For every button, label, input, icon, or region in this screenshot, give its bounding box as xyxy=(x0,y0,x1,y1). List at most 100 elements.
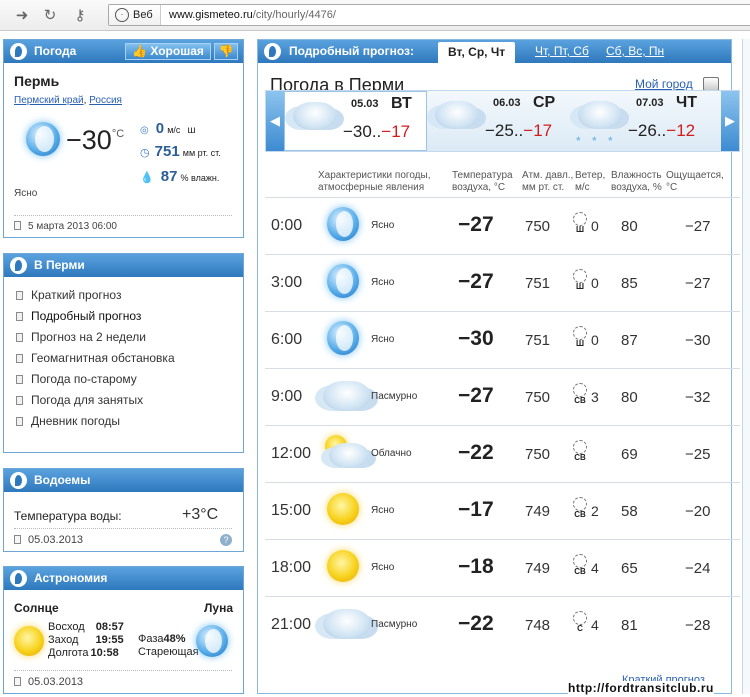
wind-direction: Ш xyxy=(571,326,589,356)
gismeteo-logo-icon xyxy=(264,43,281,60)
url-text: www.gismeteo.ru/city/hourly/4476/ xyxy=(169,9,336,21)
row-humidity: 69 xyxy=(621,446,638,463)
row-time: 9:00 xyxy=(271,388,303,405)
wind-direction: СВ xyxy=(571,497,589,527)
row-humidity: 58 xyxy=(621,503,638,520)
globe-icon: · xyxy=(115,8,129,22)
compass-icon xyxy=(573,497,587,511)
day-card-thu[interactable]: * * * 07.03 ЧТ −26..−12 xyxy=(570,91,713,151)
sun-icon xyxy=(327,550,359,582)
tab-thu-fri-sat[interactable]: Чт, Пт, Сб xyxy=(535,44,589,58)
row-humidity: 85 xyxy=(621,275,638,292)
back-arrow-icon[interactable]: ➜ xyxy=(12,6,32,26)
rate-bad-button[interactable]: 👎 xyxy=(214,43,238,60)
gismeteo-logo-icon xyxy=(10,472,27,489)
row-pressure: 750 xyxy=(525,218,551,235)
region-links: Пермский край, Россия xyxy=(14,95,122,106)
address-bar[interactable]: · Веб www.gismeteo.ru/city/hourly/4476/ xyxy=(108,4,750,26)
rate-good-button[interactable]: 👍 Хорошая xyxy=(125,43,211,60)
cloud-icon xyxy=(293,102,337,130)
key-icon[interactable]: ⚷ xyxy=(70,6,90,26)
forecast-tabs-header: Подробный прогноз: Вт, Ср, Чт Чт, Пт, Сб… xyxy=(258,40,731,63)
humidity-reading: 💧 87 % влажн. xyxy=(140,168,220,185)
prev-days-arrow-icon[interactable]: ◀ xyxy=(266,91,284,151)
row-temp: −27 xyxy=(458,213,494,236)
gismeteo-logo-icon xyxy=(10,570,27,587)
reload-icon[interactable]: ↻ xyxy=(40,6,60,26)
water-header: Водоемы xyxy=(4,469,243,492)
table-row: 12:00 Облачно −22 750 СВ 69 −25 xyxy=(265,425,740,482)
row-condition: Ясно xyxy=(371,334,395,345)
tab-sat-sun-mon[interactable]: Сб, Вс, Пн xyxy=(606,44,664,58)
watermark: http://fordtransitclub.ru xyxy=(568,681,714,695)
row-time: 0:00 xyxy=(271,217,303,234)
cloud-icon xyxy=(323,609,371,639)
doc-icon xyxy=(14,677,21,686)
row-time: 6:00 xyxy=(271,331,303,348)
row-time: 21:00 xyxy=(271,616,312,633)
compass-icon xyxy=(573,212,587,226)
menu-diary[interactable]: Дневник погоды xyxy=(16,414,120,428)
row-feels-like: −25 xyxy=(685,446,711,463)
row-humidity: 65 xyxy=(621,560,638,577)
cloud-icon xyxy=(329,443,369,468)
moon-icon xyxy=(26,122,60,156)
my-city-link[interactable]: Мой город xyxy=(635,77,693,91)
menu-geomagnetic[interactable]: Геомагнитная обстановка xyxy=(16,351,175,365)
day-card-tue[interactable]: 05.03 ВТ −30..−17 xyxy=(284,91,427,151)
row-temp: −30 xyxy=(458,327,494,350)
row-feels-like: −28 xyxy=(685,617,711,634)
print-icon[interactable] xyxy=(703,77,719,91)
divider xyxy=(14,670,232,671)
drop-icon: 💧 xyxy=(140,172,154,184)
row-pressure: 751 xyxy=(525,332,551,349)
row-pressure: 749 xyxy=(525,560,551,577)
row-condition: Пасмурно xyxy=(371,391,418,402)
row-wind-speed: 2 xyxy=(591,503,599,519)
bullet-icon xyxy=(16,312,23,321)
page-scrollbar[interactable] xyxy=(742,39,750,694)
menu-detailed-forecast[interactable]: Подробный прогноз xyxy=(16,309,141,323)
bullet-icon xyxy=(16,333,23,342)
wind-direction: СВ xyxy=(571,554,589,584)
compass-icon xyxy=(573,440,587,454)
observation-date: 5 марта 2013 06:00 xyxy=(14,221,117,232)
current-temp: −30°C xyxy=(66,125,125,155)
moon-label: Луна xyxy=(204,601,234,615)
forecast-panel: Подробный прогноз: Вт, Ср, Чт Чт, Пт, Сб… xyxy=(257,39,740,694)
country-link[interactable]: Россия xyxy=(89,95,122,106)
water-temp-label: Температура воды: xyxy=(14,509,122,523)
compass-icon xyxy=(573,383,587,397)
row-wind-speed: 4 xyxy=(591,560,599,576)
row-pressure: 749 xyxy=(525,503,551,520)
table-row: 9:00 Пасмурно −27 750 СВ 3 80 −32 xyxy=(265,368,740,425)
current-weather-header: Погода 👍 Хорошая 👎 xyxy=(4,40,243,63)
sun-icon xyxy=(327,493,359,525)
moon-phase: Фаза48% Стареющая xyxy=(138,633,199,658)
bullet-icon xyxy=(16,291,23,300)
wind-direction: СВ xyxy=(571,440,589,470)
tab-tue-wed-thu[interactable]: Вт, Ср, Чт xyxy=(438,42,516,63)
wind-direction: Ш xyxy=(571,212,589,242)
row-condition: Ясно xyxy=(371,220,395,231)
menu-short-forecast[interactable]: Краткий прогноз xyxy=(16,288,121,302)
menu-old-style[interactable]: Погода по-старому xyxy=(16,372,137,386)
moon-phase-icon xyxy=(196,625,228,657)
row-condition: Облачно xyxy=(371,448,412,459)
table-row: 21:00 Пасмурно −22 748 С 4 81 −28 xyxy=(265,596,740,653)
day-card-wed[interactable]: 06.03 СР −25..−17 xyxy=(427,91,570,151)
row-time: 18:00 xyxy=(271,559,312,576)
moon-icon xyxy=(327,207,359,241)
next-days-arrow-icon[interactable]: ▶ xyxy=(721,91,739,151)
wind-reading: ◎ 0 м/с ш xyxy=(140,120,196,137)
region-link[interactable]: Пермский край xyxy=(14,95,84,106)
info-icon[interactable]: ? xyxy=(220,534,232,546)
row-wind-speed: 0 xyxy=(591,332,599,348)
menu-two-weeks[interactable]: Прогноз на 2 недели xyxy=(16,330,146,344)
row-feels-like: −20 xyxy=(685,503,711,520)
menu-busy[interactable]: Погода для занятых xyxy=(16,393,143,407)
sun-icon xyxy=(14,626,44,656)
site-info-chip[interactable]: · Веб xyxy=(109,5,161,25)
doc-icon xyxy=(14,535,21,544)
row-feels-like: −30 xyxy=(685,332,711,349)
